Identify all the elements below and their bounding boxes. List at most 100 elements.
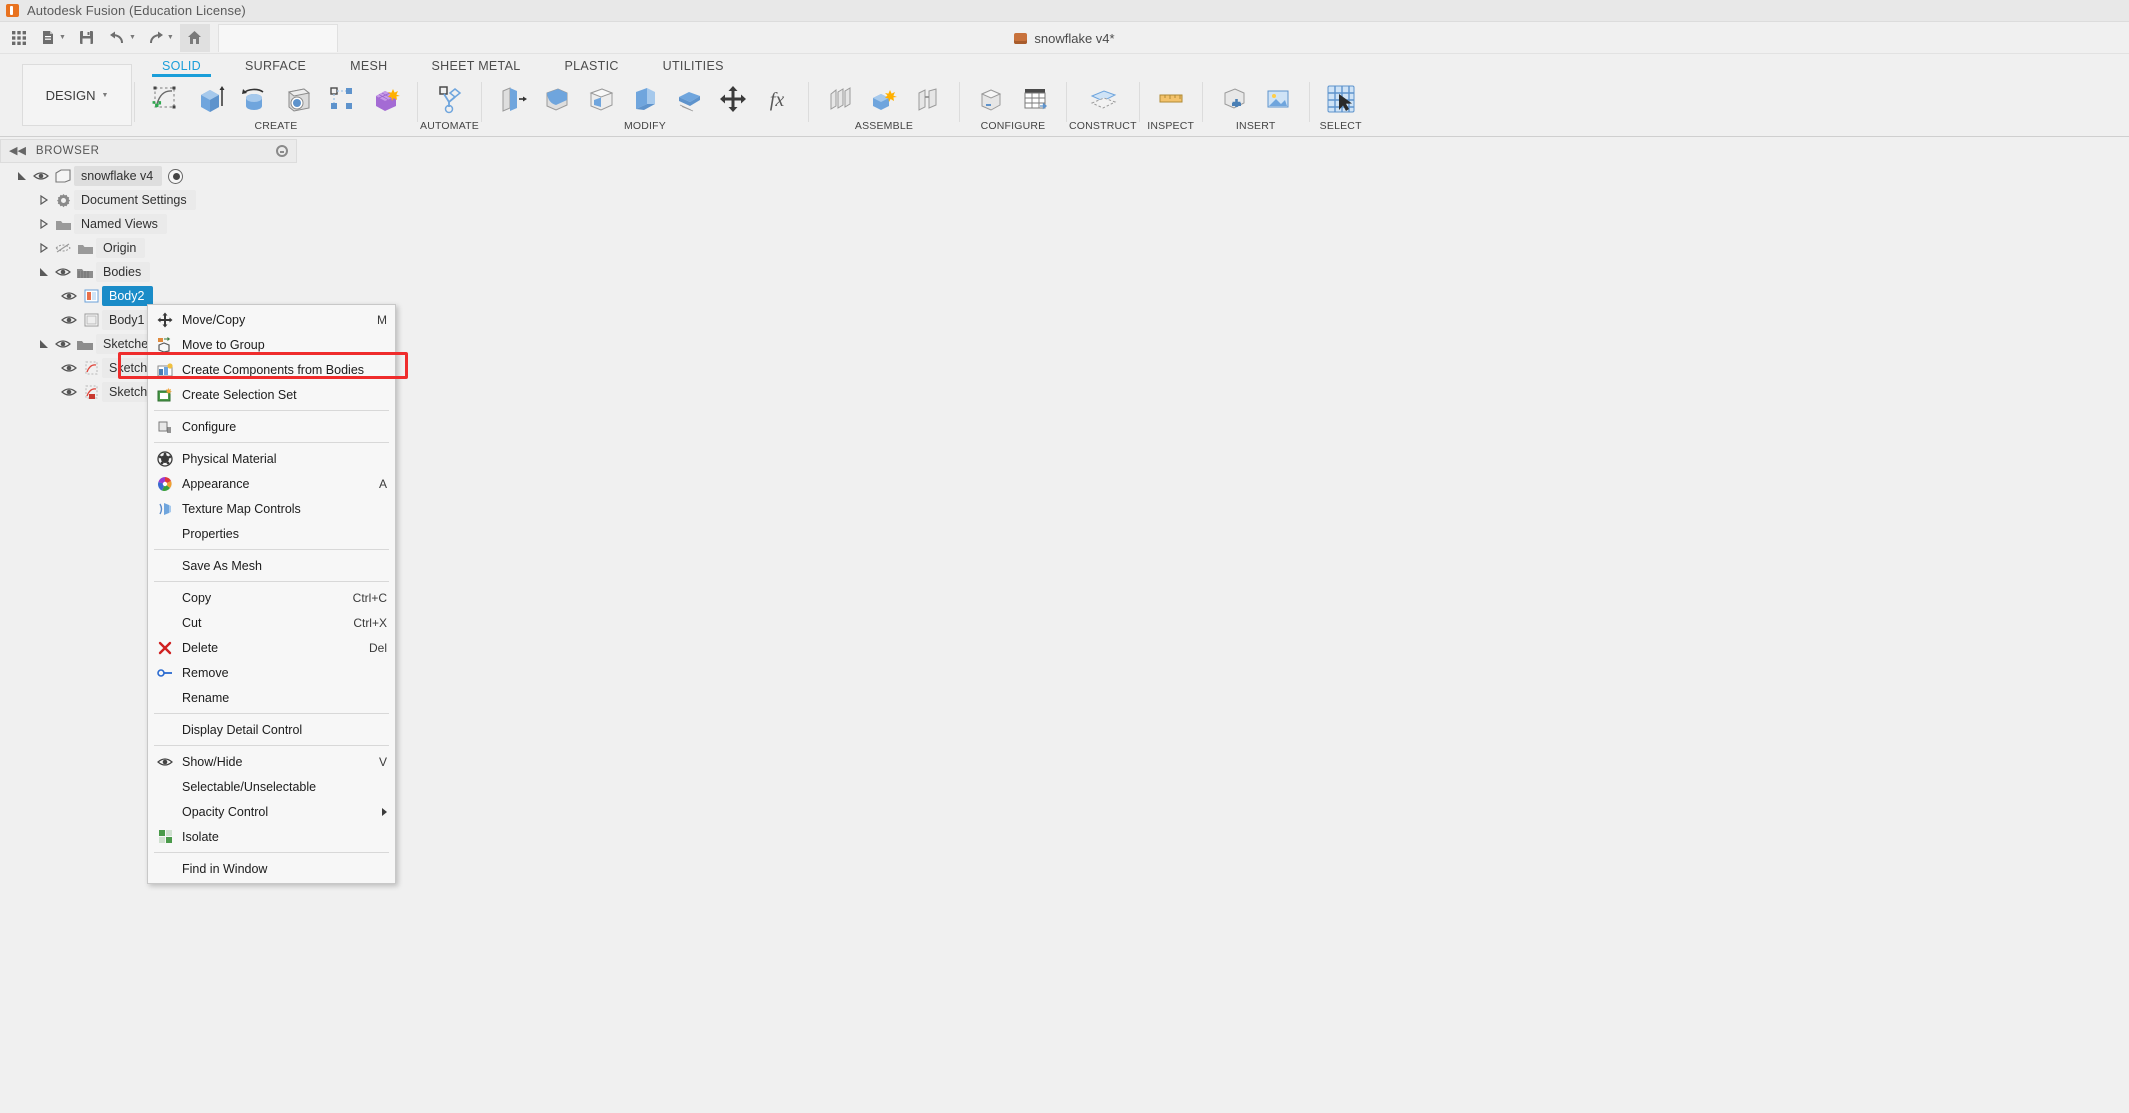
pin-icon[interactable] — [276, 145, 288, 157]
configuration-button[interactable] — [970, 80, 1012, 118]
offset-plane-button[interactable] — [1082, 80, 1124, 118]
new-component-button[interactable] — [819, 80, 861, 118]
save-button[interactable] — [72, 24, 102, 52]
tab-plastic[interactable]: PLASTIC — [542, 57, 640, 77]
fillet-button[interactable] — [536, 80, 578, 118]
expander-collapsed-icon[interactable] — [36, 236, 52, 260]
document-tab[interactable] — [217, 23, 338, 52]
menu-item-copy[interactable]: Copy Ctrl+C — [148, 585, 395, 610]
app-grid-button[interactable] — [4, 24, 34, 52]
menu-item-appearance[interactable]: Appearance A — [148, 471, 395, 496]
ribbon-group-select: SELECT — [1312, 80, 1370, 132]
no-icon — [154, 589, 176, 607]
tree-row-bodies[interactable]: Bodies — [0, 260, 297, 284]
expander-expanded-icon[interactable] — [14, 164, 30, 188]
change-parameters-button[interactable]: fx — [756, 80, 798, 118]
create-sketch-button[interactable] — [145, 80, 187, 118]
folder-icon — [74, 242, 96, 255]
menu-item-shortcut: Ctrl+X — [353, 615, 387, 630]
remove-icon — [154, 664, 176, 682]
menu-item-create-selection-set[interactable]: Create Selection Set — [148, 382, 395, 407]
chevron-down-icon: ▼ — [128, 34, 136, 41]
menu-item-isolate[interactable]: Isolate — [148, 824, 395, 849]
visibility-eye-icon[interactable] — [52, 260, 74, 284]
pattern-button[interactable] — [321, 80, 363, 118]
visibility-eye-icon[interactable] — [58, 380, 80, 404]
create-form-button[interactable] — [365, 80, 407, 118]
visibility-eye-icon[interactable] — [58, 308, 80, 332]
collapse-left-icon[interactable]: ◀◀ — [9, 145, 26, 157]
activate-component-radio[interactable] — [168, 168, 184, 184]
group-label-construct: CONSTRUCT — [1068, 120, 1137, 132]
menu-item-save-as-mesh[interactable]: Save As Mesh — [148, 553, 395, 578]
visibility-eye-icon[interactable] — [58, 284, 80, 308]
rigid-group-button[interactable] — [907, 80, 949, 118]
menu-item-create-components-from-bodies[interactable]: Create Components from Bodies — [148, 357, 395, 382]
automated-modeling-button[interactable] — [428, 80, 470, 118]
menu-item-configure[interactable]: Configure — [148, 414, 395, 439]
menu-item-cut[interactable]: Cut Ctrl+X — [148, 610, 395, 635]
visibility-eye-icon[interactable] — [30, 164, 52, 188]
tab-sheet-metal[interactable]: SHEET METAL — [409, 57, 542, 77]
pattern-icon — [330, 87, 352, 109]
tree-row-named-views[interactable]: Named Views — [0, 212, 297, 236]
press-pull-button[interactable] — [492, 80, 534, 118]
menu-item-opacity-control[interactable]: Opacity Control — [148, 799, 395, 824]
no-icon — [154, 803, 176, 821]
home-button[interactable] — [179, 23, 210, 52]
grid-icon — [12, 30, 26, 45]
menu-item-label: Find in Window — [182, 861, 268, 876]
expander-expanded-icon[interactable] — [36, 260, 52, 284]
tab-utilities[interactable]: UTILITIES — [641, 57, 746, 77]
visibility-eye-icon[interactable] — [52, 332, 74, 356]
new-document-button[interactable]: ▼ — [36, 24, 70, 52]
tree-row-document-settings[interactable]: Document Settings — [0, 188, 297, 212]
menu-item-physical-material[interactable]: Physical Material — [148, 446, 395, 471]
tab-surface[interactable]: SURFACE — [223, 57, 328, 77]
menu-item-shortcut: M — [377, 312, 387, 327]
visibility-eye-icon[interactable] — [58, 356, 80, 380]
menu-item-selectable-unselectable[interactable]: Selectable/Unselectable — [148, 774, 395, 799]
menu-item-display-detail-control[interactable]: Display Detail Control — [148, 717, 395, 742]
scale-button[interactable] — [668, 80, 710, 118]
menu-item-label: Opacity Control — [182, 804, 269, 819]
tab-mesh[interactable]: MESH — [328, 57, 409, 77]
expander-collapsed-icon[interactable] — [36, 188, 52, 212]
menu-item-properties[interactable]: Properties — [148, 521, 395, 546]
joint-button[interactable] — [863, 80, 905, 118]
tree-row-snowflake-v4[interactable]: snowflake v4 — [0, 164, 297, 188]
select-button[interactable] — [1320, 80, 1362, 118]
menu-item-delete[interactable]: Delete Del — [148, 635, 395, 660]
redo-button[interactable]: ▼ — [142, 24, 178, 52]
configuration-table-button[interactable] — [1014, 80, 1056, 118]
extrude-button[interactable] — [189, 80, 231, 118]
expander-expanded-icon[interactable] — [36, 332, 52, 356]
menu-item-texture-map-controls[interactable]: Texture Map Controls — [148, 496, 395, 521]
menu-item-remove[interactable]: Remove — [148, 660, 395, 685]
tree-row-origin[interactable]: Origin — [0, 236, 297, 260]
no-icon — [154, 614, 176, 632]
menu-item-shortcut: V — [378, 754, 387, 769]
workspace-switcher[interactable]: DESIGN ▼ — [22, 64, 132, 126]
sketch-icon — [80, 361, 102, 376]
measure-button[interactable] — [1150, 80, 1192, 118]
tab-solid[interactable]: SOLID — [140, 57, 223, 77]
draft-button[interactable] — [624, 80, 666, 118]
hole-button[interactable] — [277, 80, 319, 118]
revolve-button[interactable] — [233, 80, 275, 118]
menu-item-show-hide[interactable]: Show/Hide V — [148, 749, 395, 774]
menu-item-label: Create Selection Set — [182, 387, 297, 402]
menu-item-move-copy[interactable]: Move/Copy M — [148, 307, 395, 332]
expander-collapsed-icon[interactable] — [36, 212, 52, 236]
menu-item-rename[interactable]: Rename — [148, 685, 395, 710]
insert-canvas-button[interactable] — [1257, 80, 1299, 118]
undo-button[interactable]: ▼ — [104, 24, 140, 52]
menu-item-label: Properties — [182, 526, 239, 541]
visibility-eye-off-icon[interactable] — [52, 236, 74, 260]
shell-button[interactable] — [580, 80, 622, 118]
move-copy-button[interactable] — [712, 80, 754, 118]
menu-item-find-in-window[interactable]: Find in Window — [148, 856, 395, 881]
insert-derive-button[interactable] — [1213, 80, 1255, 118]
menu-item-move-to-group[interactable]: Move to Group — [148, 332, 395, 357]
eye-icon — [154, 753, 176, 771]
